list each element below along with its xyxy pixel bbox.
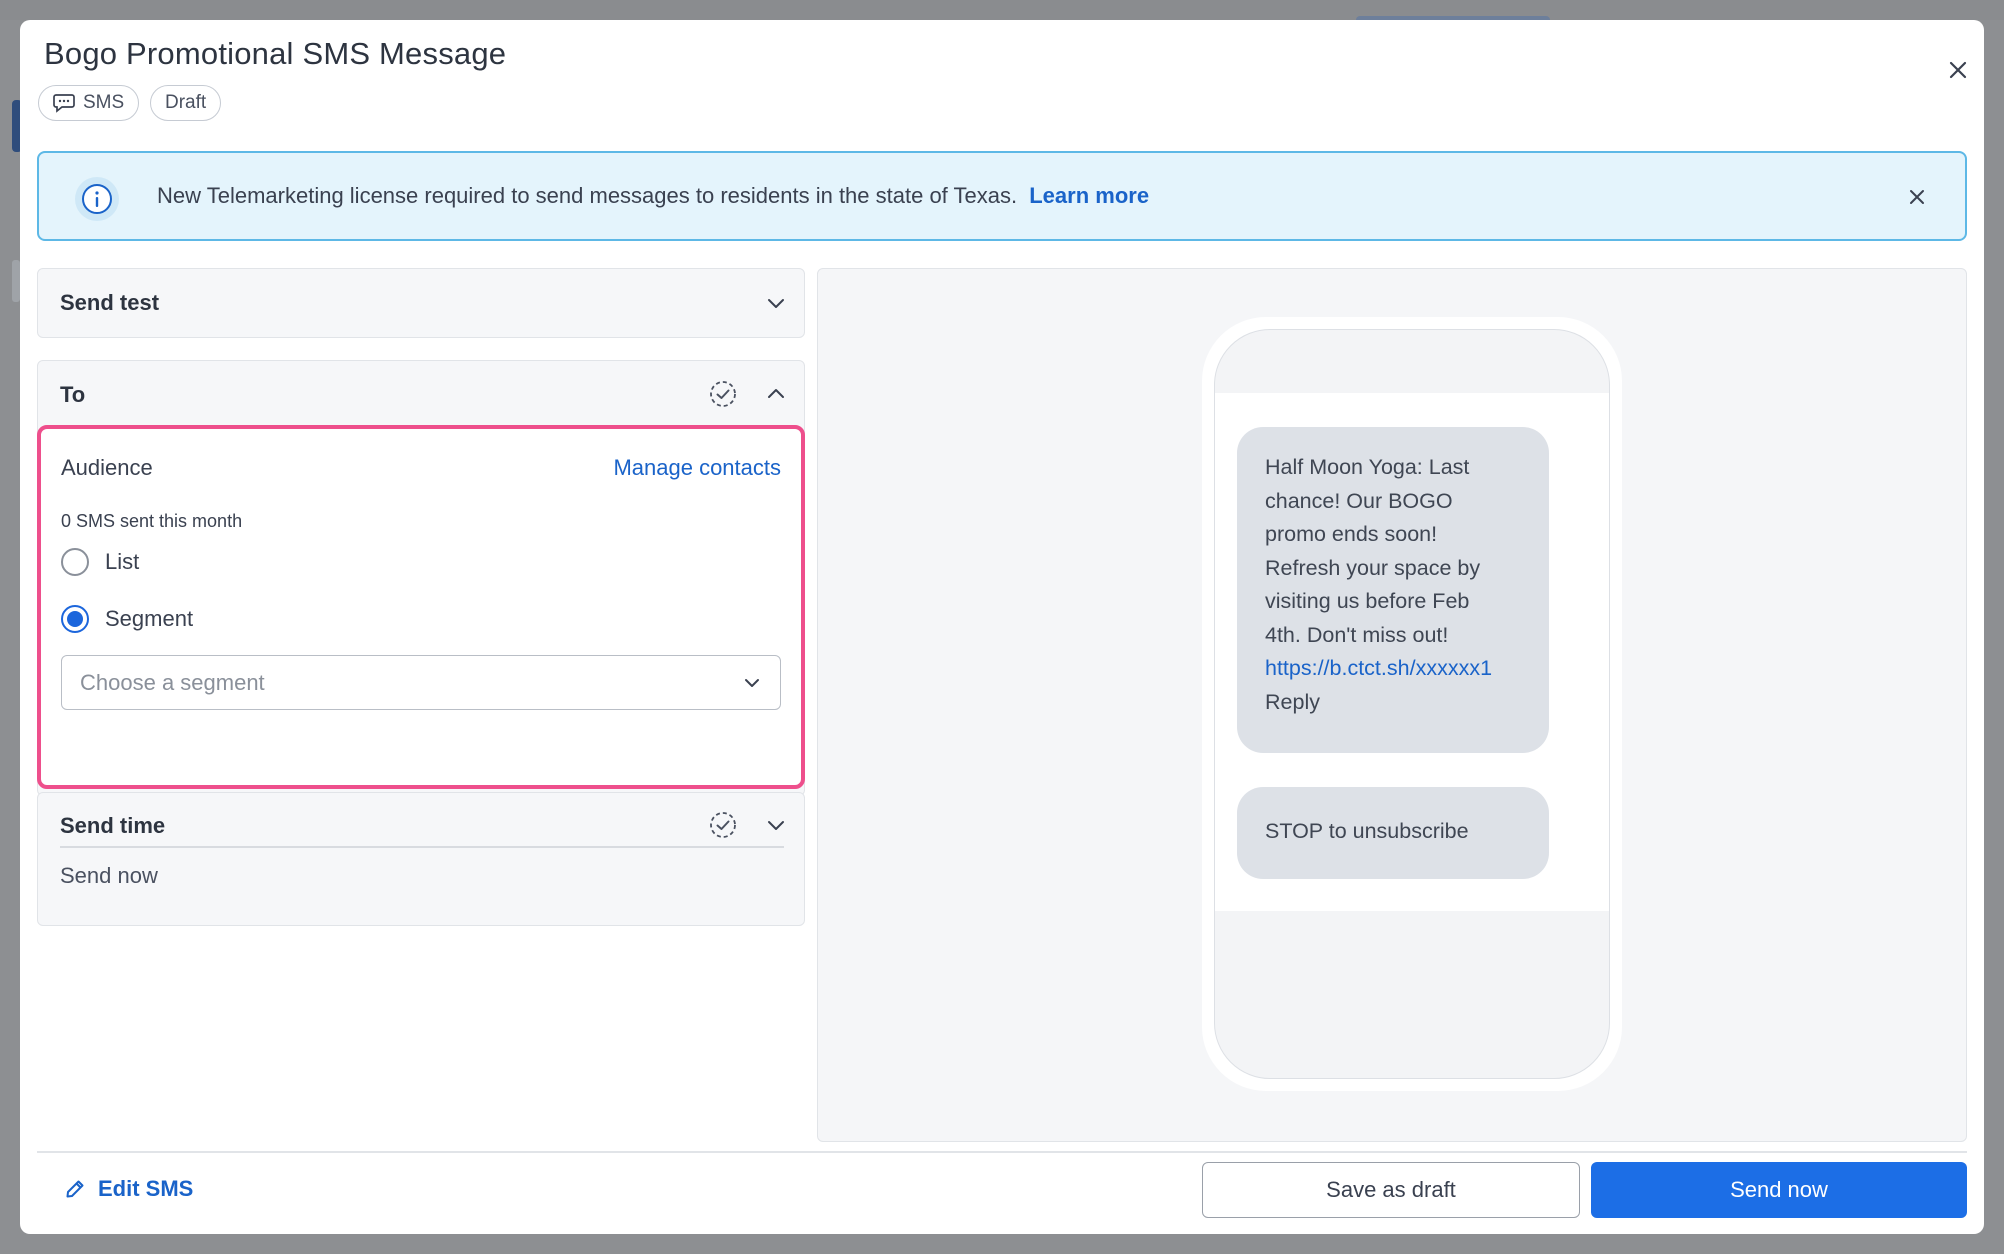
segment-placeholder: Choose a segment xyxy=(80,669,265,695)
modal-title: Bogo Promotional SMS Message xyxy=(44,36,507,71)
message-line: chance! Our BOGO xyxy=(1265,488,1453,513)
notice-banner: New Telemarketing license required to se… xyxy=(37,151,1967,241)
radio-list-label: List xyxy=(105,549,140,574)
phone-mockup: Half Moon Yoga: Last chance! Our BOGO pr… xyxy=(1202,317,1622,1091)
chevron-down-icon[interactable] xyxy=(763,290,789,316)
radio-segment-option[interactable]: Segment xyxy=(61,605,193,633)
radio-list-option[interactable]: List xyxy=(61,548,139,576)
message-line: Refresh your space by xyxy=(1265,555,1481,580)
message-line: Half Moon Yoga: Last xyxy=(1265,455,1470,479)
close-icon xyxy=(1949,61,1967,79)
edit-sms-button[interactable]: Edit SMS xyxy=(64,1176,193,1202)
unsubscribe-bubble: STOP to unsubscribe xyxy=(1237,787,1549,879)
banner-text: New Telemarketing license required to se… xyxy=(157,183,1018,208)
radio-button-list[interactable] xyxy=(61,548,89,576)
close-modal-button[interactable] xyxy=(1938,50,1978,90)
radio-segment-label: Segment xyxy=(105,606,194,631)
divider xyxy=(60,846,784,848)
sms-preview-panel: Half Moon Yoga: Last chance! Our BOGO pr… xyxy=(817,268,1967,1142)
phone-screen: Half Moon Yoga: Last chance! Our BOGO pr… xyxy=(1215,393,1609,911)
banner-message: New Telemarketing license required to se… xyxy=(157,183,1149,209)
learn-more-link[interactable]: Learn more xyxy=(1029,183,1149,208)
message-line: 4th. Don't miss out! xyxy=(1265,622,1449,647)
send-now-button[interactable]: Send now xyxy=(1591,1162,1967,1218)
radio-button-segment[interactable] xyxy=(61,605,89,633)
pencil-icon xyxy=(66,1180,84,1198)
dashed-check-icon xyxy=(710,812,736,838)
backdrop-strip xyxy=(0,0,2004,20)
to-title: To xyxy=(60,382,86,407)
message-line: promo ends soon! xyxy=(1265,522,1438,546)
footer-divider xyxy=(37,1151,1967,1153)
send-test-title: Send test xyxy=(60,290,160,315)
unsubscribe-text: STOP to unsubscribe xyxy=(1265,819,1469,843)
manage-contacts-link[interactable]: Manage contacts xyxy=(613,455,781,481)
segment-dropdown[interactable]: Choose a segment xyxy=(61,655,781,710)
sms-sent-count: 0 SMS sent this month xyxy=(61,511,243,531)
status-badge: Draft xyxy=(150,85,222,121)
chevron-down-icon[interactable] xyxy=(763,812,789,838)
chevron-down-icon xyxy=(745,679,759,687)
draft-chip-label: Draft xyxy=(165,92,207,113)
send-test-section[interactable]: Send test xyxy=(37,268,805,338)
sms-type-chip: SMS xyxy=(38,85,140,121)
audience-label: Audience xyxy=(61,455,153,480)
message-bubble: Half Moon Yoga: Last chance! Our BOGO pr… xyxy=(1237,427,1549,753)
edit-sms-label: Edit SMS xyxy=(98,1176,194,1201)
send-time-value: Send now xyxy=(60,863,158,888)
audience-selector: Audience Manage contacts 0 SMS sent this… xyxy=(37,425,805,789)
backdrop-sidebar-item xyxy=(12,260,20,302)
close-icon xyxy=(1910,190,1924,204)
save-draft-button[interactable]: Save as draft xyxy=(1202,1162,1580,1218)
message-reply: Reply xyxy=(1265,689,1320,714)
phone-frame: Half Moon Yoga: Last chance! Our BOGO pr… xyxy=(1214,329,1610,1079)
chevron-up-icon[interactable] xyxy=(763,381,789,407)
chat-bubble-icon xyxy=(53,94,75,113)
info-icon xyxy=(75,177,119,221)
message-line: visiting us before Feb xyxy=(1265,589,1470,613)
sms-chip-label: SMS xyxy=(83,92,125,113)
send-time-section[interactable]: Send time Send now xyxy=(37,792,805,926)
dismiss-banner-button[interactable] xyxy=(1899,179,1935,215)
dashed-check-icon xyxy=(710,381,736,407)
message-short-link: https://b.ctct.sh/xxxxxx1 xyxy=(1265,656,1493,680)
send-time-title: Send time xyxy=(60,813,166,838)
sms-modal: Bogo Promotional SMS Message SMS Draft N… xyxy=(20,20,1984,1234)
